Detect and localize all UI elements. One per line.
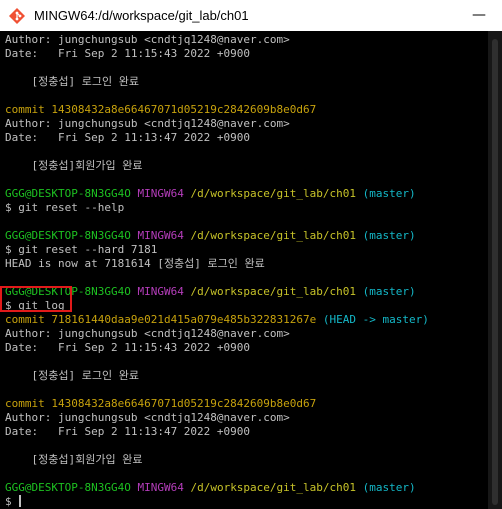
prompt-shell: MINGW64 bbox=[137, 229, 184, 242]
prompt-path: /d/workspace/git_lab/ch01 bbox=[190, 481, 357, 494]
line-text: [정충섭] 로그인 완료 bbox=[5, 75, 139, 88]
line-text: Author: jungchungsub <cndtjq1248@naver.c… bbox=[5, 117, 290, 130]
prompt-line: GGG@DESKTOP-8N3GG4O MINGW64 /d/workspace… bbox=[5, 187, 416, 201]
terminal-window: MINGW64:/d/workspace/git_lab/ch01 — Auth… bbox=[0, 0, 502, 509]
annotation-highlight-box bbox=[0, 286, 72, 312]
git-bash-icon[interactable] bbox=[8, 7, 26, 25]
scrollbar-thumb[interactable] bbox=[492, 39, 498, 505]
prompt-branch: (master) bbox=[362, 229, 416, 242]
line-text: commit 14308432a8e66467071d05219c2842609… bbox=[5, 397, 317, 410]
output-line: Date: Fri Sep 2 11:13:47 2022 +0900 bbox=[5, 425, 250, 439]
prompt-branch: (master) bbox=[362, 481, 416, 494]
prompt-path: /d/workspace/git_lab/ch01 bbox=[190, 229, 357, 242]
prompt-shell: MINGW64 bbox=[137, 187, 184, 200]
output-line: [정충섭] 로그인 완료 bbox=[5, 75, 139, 89]
prompt-user: GGG@DESKTOP-8N3GG4O bbox=[5, 187, 131, 200]
output-line: Date: Fri Sep 2 11:15:43 2022 +0900 bbox=[5, 341, 250, 355]
prompt-shell: MINGW64 bbox=[137, 285, 184, 298]
title-bar[interactable]: MINGW64:/d/workspace/git_lab/ch01 — bbox=[0, 0, 502, 31]
prompt-path: /d/workspace/git_lab/ch01 bbox=[190, 285, 357, 298]
line-text: $ git reset --help bbox=[5, 201, 125, 214]
prompt-line: GGG@DESKTOP-8N3GG4O MINGW64 /d/workspace… bbox=[5, 481, 416, 495]
prompt-user: GGG@DESKTOP-8N3GG4O bbox=[5, 481, 131, 494]
terminal-output[interactable]: Author: jungchungsub <cndtjq1248@naver.c… bbox=[0, 31, 502, 509]
output-line: [정충섭]회원가입 완료 bbox=[5, 453, 142, 467]
prompt-branch: (master) bbox=[362, 187, 416, 200]
commit-hash: commit 718161440daa9e021d415a079e485b322… bbox=[5, 313, 317, 326]
line-text: [정충섭]회원가입 완료 bbox=[5, 159, 143, 172]
output-line: Author: jungchungsub <cndtjq1248@naver.c… bbox=[5, 327, 290, 341]
head-ref: (HEAD -> master) bbox=[322, 313, 429, 326]
line-text: Author: jungchungsub <cndtjq1248@naver.c… bbox=[5, 327, 290, 340]
prompt-user: GGG@DESKTOP-8N3GG4O bbox=[5, 229, 131, 242]
line-text: Date: Fri Sep 2 11:15:43 2022 +0900 bbox=[5, 47, 251, 60]
line-text: Author: jungchungsub <cndtjq1248@naver.c… bbox=[5, 411, 290, 424]
line-text: $ bbox=[5, 495, 19, 508]
output-line: Date: Fri Sep 2 11:13:47 2022 +0900 bbox=[5, 131, 250, 145]
output-line: Author: jungchungsub <cndtjq1248@naver.c… bbox=[5, 117, 290, 131]
line-text: $ git reset --hard 7181 bbox=[5, 243, 158, 256]
output-line: Date: Fri Sep 2 11:15:43 2022 +0900 bbox=[5, 47, 250, 61]
command-line: $ bbox=[5, 495, 22, 509]
window-title: MINGW64:/d/workspace/git_lab/ch01 bbox=[34, 8, 249, 23]
line-text: [정충섭] 로그인 완료 bbox=[5, 369, 139, 382]
command-line: $ git reset --help bbox=[5, 201, 124, 215]
commit-line: commit 718161440daa9e021d415a079e485b322… bbox=[5, 313, 429, 327]
prompt-line: GGG@DESKTOP-8N3GG4O MINGW64 /d/workspace… bbox=[5, 229, 416, 243]
output-line: Author: jungchungsub <cndtjq1248@naver.c… bbox=[5, 411, 290, 425]
output-line: HEAD is now at 7181614 [정충섭] 로그인 완료 bbox=[5, 257, 265, 271]
line-text: Date: Fri Sep 2 11:15:43 2022 +0900 bbox=[5, 341, 251, 354]
prompt-branch: (master) bbox=[362, 285, 416, 298]
line-text: commit 14308432a8e66467071d05219c2842609… bbox=[5, 103, 317, 116]
command-line: $ git reset --hard 7181 bbox=[5, 243, 157, 257]
line-text: [정충섭]회원가입 완료 bbox=[5, 453, 143, 466]
line-text: Date: Fri Sep 2 11:13:47 2022 +0900 bbox=[5, 425, 251, 438]
output-line: [정충섭]회원가입 완료 bbox=[5, 159, 142, 173]
output-line: [정충섭] 로그인 완료 bbox=[5, 369, 139, 383]
output-line: Author: jungchungsub <cndtjq1248@naver.c… bbox=[5, 33, 290, 47]
line-text: HEAD is now at 7181614 [정충섭] 로그인 완료 bbox=[5, 257, 265, 270]
commit-line: commit 14308432a8e66467071d05219c2842609… bbox=[5, 103, 316, 117]
commit-line: commit 14308432a8e66467071d05219c2842609… bbox=[5, 397, 316, 411]
prompt-path: /d/workspace/git_lab/ch01 bbox=[190, 187, 357, 200]
minimize-button[interactable]: — bbox=[456, 0, 502, 31]
line-text: Date: Fri Sep 2 11:13:47 2022 +0900 bbox=[5, 131, 251, 144]
vertical-scrollbar[interactable] bbox=[488, 31, 502, 509]
text-cursor bbox=[19, 495, 22, 507]
prompt-shell: MINGW64 bbox=[137, 481, 184, 494]
line-text: Author: jungchungsub <cndtjq1248@naver.c… bbox=[5, 33, 290, 46]
